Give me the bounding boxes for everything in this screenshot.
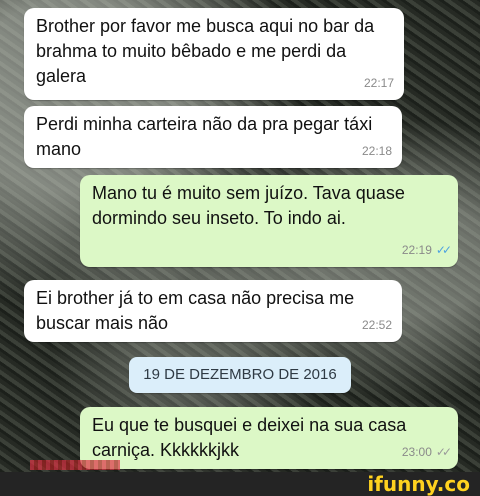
message-text: Ei brother já to em casa não precisa me … [36, 288, 355, 333]
message-time: 22:17 [363, 76, 394, 90]
message-incoming[interactable]: Perdi minha carteira não da pra pegar tá… [24, 106, 402, 168]
watermark-stripe [30, 460, 120, 470]
message-time: 22:19 [401, 243, 432, 257]
footer-bar: ifunny.co [0, 472, 480, 496]
message-text: Mano tu é muito sem juízo. Tava quase do… [92, 183, 405, 228]
message-meta: 23:00 ✓✓ [401, 440, 452, 465]
date-divider: 19 DE DEZEMBRO DE 2016 [129, 357, 351, 393]
message-outgoing[interactable]: Mano tu é muito sem juízo. Tava quase do… [80, 175, 458, 267]
delivered-ticks-icon: ✓✓ [435, 445, 452, 459]
read-receipt-icon: ✓✓ [435, 243, 452, 257]
message-meta: 22:19 ✓✓ [401, 238, 452, 263]
message-text: Brother por favor me busca aqui no bar d… [36, 16, 375, 86]
ifunny-logo: ifunny.co [367, 472, 470, 496]
message-time: 22:18 [361, 144, 392, 158]
message-text: Eu que te busquei e deixei na sua casa c… [92, 415, 407, 460]
message-incoming[interactable]: Ei brother já to em casa não precisa me … [24, 280, 402, 342]
message-outgoing[interactable]: Eu que te busquei e deixei na sua casa c… [80, 407, 458, 469]
message-text: Perdi minha carteira não da pra pegar tá… [36, 114, 373, 159]
message-time: 23:00 [401, 445, 432, 459]
message-time: 22:52 [361, 318, 392, 332]
message-incoming[interactable]: Brother por favor me busca aqui no bar d… [24, 8, 404, 100]
